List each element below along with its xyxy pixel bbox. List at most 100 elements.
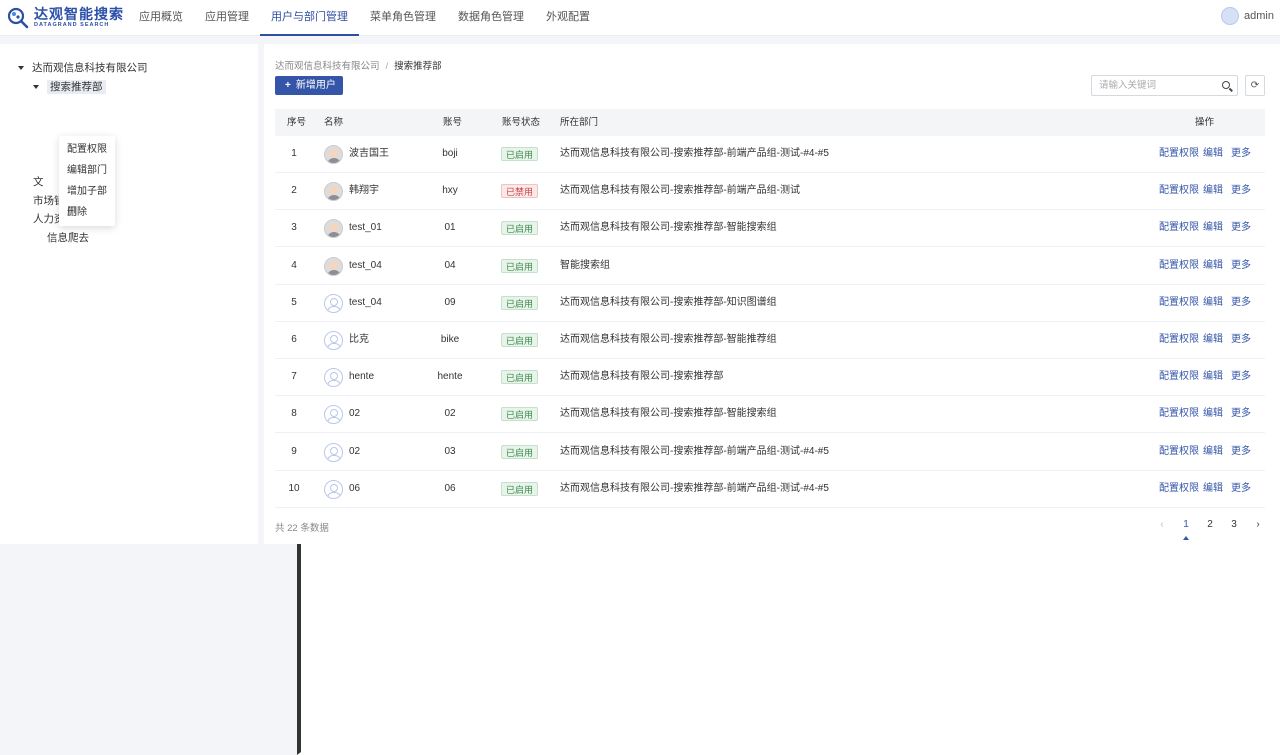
more-link[interactable]: 更多	[1231, 248, 1251, 284]
row-account: 06	[444, 482, 456, 494]
menu-item-delete[interactable]: 删除	[59, 202, 115, 223]
edit-link[interactable]: 编辑	[1203, 434, 1223, 470]
page-button-3[interactable]: 3	[1222, 516, 1246, 534]
edit-link[interactable]: 编辑	[1203, 136, 1223, 172]
nav-item-app-management[interactable]: 应用管理	[194, 0, 260, 36]
more-link[interactable]: 更多	[1231, 471, 1251, 507]
config-permission-link[interactable]: 配置权限	[1159, 434, 1199, 470]
tree-node-label-selected: 搜索推荐部	[47, 80, 106, 94]
edit-link[interactable]: 编辑	[1203, 285, 1223, 321]
search-input[interactable]: 请输入关键词	[1091, 75, 1238, 96]
row-account: 09	[444, 296, 456, 308]
main-nav: 应用概览 应用管理 用户与部门管理 菜单角色管理 数据角色管理 外观配置	[128, 0, 601, 36]
status-badge: 已启用	[501, 444, 539, 459]
brand-logo[interactable]: 达观智能搜索 DATAGRAND SEARCH	[6, 6, 124, 30]
row-account: hente	[437, 371, 463, 383]
tree-node-info[interactable]: 信息爬去	[47, 230, 89, 245]
edit-link[interactable]: 编辑	[1203, 322, 1223, 358]
caret-down-icon[interactable]	[33, 85, 39, 90]
nav-item-data-roles[interactable]: 数据角色管理	[447, 0, 535, 36]
header-status: 账号状态	[502, 117, 541, 128]
next-page-button[interactable]: ›	[1246, 516, 1270, 534]
edit-link[interactable]: 编辑	[1203, 471, 1223, 507]
row-account: bike	[440, 334, 460, 345]
edit-link[interactable]: 编辑	[1203, 248, 1223, 284]
row-dept: 智能搜索组	[560, 259, 610, 271]
config-permission-link[interactable]: 配置权限	[1159, 396, 1199, 432]
page-button-1[interactable]: 1	[1174, 516, 1198, 540]
edit-link[interactable]: 编辑	[1203, 173, 1223, 209]
row-name: 02	[349, 445, 361, 457]
config-permission-link[interactable]: 配置权限	[1159, 285, 1199, 321]
table-row: 4 test_04 04 已启用 智能搜索组 配置权限 编辑 更多	[275, 248, 1265, 285]
config-permission-link[interactable]: 配置权限	[1159, 359, 1199, 395]
more-link[interactable]: 更多	[1231, 396, 1251, 432]
nav-item-overview[interactable]: 应用概览	[128, 0, 194, 36]
tree-node-partial[interactable]: 文	[33, 174, 1280, 718]
status-badge: 已启用	[501, 258, 539, 273]
config-permission-link[interactable]: 配置权限	[1159, 248, 1199, 284]
config-permission-link[interactable]: 配置权限	[1159, 471, 1199, 507]
row-index: 10	[288, 482, 300, 494]
row-index: 6	[291, 334, 297, 345]
table-row: 9 02 03 已启用 达而观信息科技有限公司-搜索推荐部-前端产品组-测试-#4-#5…	[275, 434, 1265, 471]
header-dept: 所在部门	[560, 117, 599, 128]
refresh-button[interactable]: ⟳	[1245, 75, 1265, 96]
row-dept: 达而观信息科技有限公司-搜索推荐部-知识图谱组	[560, 296, 777, 308]
config-permission-link[interactable]: 配置权限	[1159, 322, 1199, 358]
more-link[interactable]: 更多	[1231, 285, 1251, 321]
department-tree-panel: 达而观信息科技有限公司 搜索推荐部 文 市场销售部 人力资源部 信息爬去 配置权…	[0, 44, 1280, 755]
search-icon[interactable]	[1222, 81, 1230, 89]
more-link[interactable]: 更多	[1231, 359, 1251, 395]
row-name: 06	[349, 482, 361, 494]
avatar-icon	[324, 293, 343, 313]
refresh-icon: ⟳	[1250, 80, 1260, 91]
row-dept: 达而观信息科技有限公司-搜索推荐部-前端产品组-测试-#4-#5	[560, 482, 829, 494]
more-link[interactable]: 更多	[1231, 434, 1251, 470]
breadcrumb-parent[interactable]: 达而观信息科技有限公司	[275, 61, 380, 72]
config-permission-link[interactable]: 配置权限	[1159, 210, 1199, 246]
tree-node-search-recommend[interactable]: 搜索推荐部	[33, 79, 106, 94]
nav-item-appearance[interactable]: 外观配置	[535, 0, 601, 36]
user-name: admin	[1244, 10, 1274, 22]
add-user-button[interactable]: + 新增用户	[275, 76, 343, 95]
tree-context-menu: 配置权限 编辑部门 增加子部门 删除	[59, 136, 115, 226]
menu-item-add-subdept[interactable]: 增加子部门	[59, 181, 115, 218]
menu-item-config-permission[interactable]: 配置权限	[59, 139, 115, 160]
caret-down-icon[interactable]	[18, 66, 24, 71]
config-permission-link[interactable]: 配置权限	[1159, 173, 1199, 209]
row-index: 4	[291, 259, 297, 271]
row-index: 8	[291, 408, 297, 420]
row-dept: 达而观信息科技有限公司-搜索推荐部-智能搜索组	[560, 408, 777, 420]
table-row: 2 韩翔宇 hxy 已禁用 达而观信息科技有限公司-搜索推荐部-前端产品组-测试 配置权限…	[275, 173, 1265, 211]
status-badge: 已启用	[501, 221, 539, 236]
status-badge: 已启用	[501, 481, 539, 496]
edit-link[interactable]: 编辑	[1203, 210, 1223, 246]
row-index: 3	[291, 222, 297, 234]
status-badge: 已启用	[501, 370, 539, 385]
more-link[interactable]: 更多	[1231, 210, 1251, 246]
status-badge: 已启用	[501, 295, 539, 310]
edit-link[interactable]: 编辑	[1203, 359, 1223, 395]
tree-node-root[interactable]: 达而观信息科技有限公司	[18, 60, 148, 75]
nav-item-menu-roles[interactable]: 菜单角色管理	[359, 0, 447, 36]
table-row: 1 波吉国王 boji 已启用 达而观信息科技有限公司-搜索推荐部-前端产品组-测试-#…	[275, 136, 1265, 173]
more-link[interactable]: 更多	[1231, 322, 1251, 358]
more-link[interactable]: 更多	[1231, 173, 1251, 209]
avatar-icon	[324, 145, 343, 164]
row-name: test_04	[349, 259, 382, 271]
more-link[interactable]: 更多	[1231, 136, 1251, 172]
row-index: 5	[291, 296, 297, 308]
row-name: 波吉国王	[349, 148, 389, 159]
page-button-2[interactable]: 2	[1198, 516, 1222, 534]
avatar-icon	[324, 405, 343, 425]
user-menu[interactable]: admin	[1221, 7, 1274, 25]
nav-item-user-dept[interactable]: 用户与部门管理	[260, 0, 359, 36]
status-badge: 已禁用	[501, 184, 539, 199]
avatar-icon	[324, 219, 343, 239]
row-index: 1	[291, 148, 297, 159]
edit-link[interactable]: 编辑	[1203, 396, 1223, 432]
config-permission-link[interactable]: 配置权限	[1159, 136, 1199, 172]
menu-item-edit-dept[interactable]: 编辑部门	[59, 160, 115, 181]
prev-page-button[interactable]: ‹	[1150, 516, 1174, 534]
